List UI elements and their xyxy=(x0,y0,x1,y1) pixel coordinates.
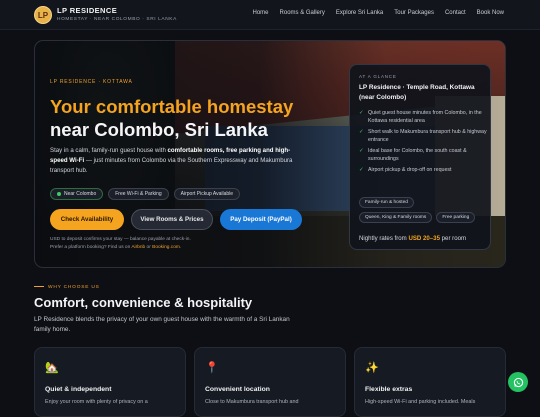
glance-list: Quiet guest house minutes from Colombo, … xyxy=(359,110,487,179)
list-item: Airport pickup & drop-off on request xyxy=(359,167,487,175)
pin-icon: 📍 xyxy=(205,362,219,374)
list-item: Short walk to Makumbura transport hub & … xyxy=(359,129,487,144)
feature-title: Quiet & independent xyxy=(45,386,112,393)
nav-explore[interactable]: Explore Sri Lanka xyxy=(336,10,383,16)
feature-card-quiet: 🏡 Quiet & independent Enjoy your room wi… xyxy=(34,347,186,417)
at-a-glance-card: AT A GLANCE LP Residence · Temple Road, … xyxy=(349,64,491,250)
nav-rooms-gallery[interactable]: Rooms & Gallery xyxy=(280,10,325,16)
booking-link[interactable]: Booking.com xyxy=(152,245,180,250)
hero-headline-accent: Your comfortable homestay xyxy=(50,96,294,117)
tag-family-run: Family-run & hosted xyxy=(359,197,414,208)
tag-free-parking: Free parking xyxy=(436,212,476,223)
feature-title: Convenient location xyxy=(205,386,270,393)
why-lead: LP Residence blends the privacy of your … xyxy=(34,316,290,333)
nav-menu: Home Rooms & Gallery Explore Sri Lanka T… xyxy=(253,10,504,16)
brand-name: LP RESIDENCE xyxy=(57,6,118,15)
brand-tagline: HOMESTAY · NEAR COLOMBO · SRI LANKA xyxy=(57,17,177,22)
nightly-rate: Nightly rates from USD 20–35 per room xyxy=(359,235,467,242)
pay-deposit-button[interactable]: Pay Deposit (PayPal) xyxy=(220,209,302,230)
glance-eyebrow: AT A GLANCE xyxy=(359,74,397,79)
feature-card-location: 📍 Convenient location Close to Makumbura… xyxy=(194,347,346,417)
brand-block[interactable]: LP RESIDENCE HOMESTAY · NEAR COLOMBO · S… xyxy=(57,6,177,22)
feature-desc: Close to Makumbura transport hub and xyxy=(205,399,299,405)
chip-near-colombo: Near Colombo xyxy=(50,188,104,200)
hero-headline: near Colombo, Sri Lanka xyxy=(50,119,268,140)
glance-tags: Family-run & hosted Queen, King & Family… xyxy=(359,197,487,223)
why-eyebrow: WHY CHOOSE US xyxy=(34,285,100,290)
check-availability-button[interactable]: Check Availability xyxy=(50,209,124,230)
nav-book-now[interactable]: Book Now xyxy=(477,10,504,16)
feature-card-extras: ✨ Flexible extras High-speed Wi-Fi and p… xyxy=(354,347,506,417)
hero-buttons: Check Availability View Rooms & Prices P… xyxy=(50,209,302,230)
top-navbar: LP LP RESIDENCE HOMESTAY · NEAR COLOMBO … xyxy=(0,0,540,30)
hero-lead: Stay in a calm, family-run guest house w… xyxy=(50,147,293,174)
why-title: Comfort, convenience & hospitality xyxy=(34,295,253,310)
hero-section: LP RESIDENCE · KOTTAWA Your comfortable … xyxy=(34,40,506,268)
list-item: Quiet guest house minutes from Colombo, … xyxy=(359,110,487,125)
tag-room-types: Queen, King & Family rooms xyxy=(359,212,433,223)
whatsapp-icon xyxy=(513,377,523,387)
logo-icon[interactable]: LP xyxy=(34,6,52,24)
nav-contact[interactable]: Contact xyxy=(445,10,466,16)
glance-title: LP Residence · Temple Road, Kottawa (nea… xyxy=(359,84,475,101)
feature-title: Flexible extras xyxy=(365,386,413,393)
whatsapp-chat-button[interactable] xyxy=(508,372,528,392)
feature-desc: High-speed Wi-Fi and parking included. M… xyxy=(365,399,476,405)
nav-home[interactable]: Home xyxy=(253,10,269,16)
house-icon: 🏡 xyxy=(45,362,59,374)
chip-wifi-parking: Free Wi-Fi & Parking xyxy=(108,188,169,200)
hero-chips: Near Colombo Free Wi-Fi & Parking Airpor… xyxy=(50,188,241,200)
list-item: Ideal base for Colombo, the south coast … xyxy=(359,148,487,163)
feature-desc: Enjoy your room with plenty of privacy o… xyxy=(45,399,148,405)
view-rooms-button[interactable]: View Rooms & Prices xyxy=(131,209,213,230)
hero-eyebrow: LP RESIDENCE · KOTTAWA xyxy=(50,79,133,85)
chip-airport-pickup: Airport Pickup Available xyxy=(173,188,241,200)
hero-fine-print: USD to deposit confirms your stay — bala… xyxy=(50,237,191,250)
status-dot-icon xyxy=(57,191,61,196)
airbnb-link[interactable]: Airbnb xyxy=(131,245,145,250)
sparkles-icon: ✨ xyxy=(365,362,379,374)
nav-tour-packages[interactable]: Tour Packages xyxy=(394,10,434,16)
